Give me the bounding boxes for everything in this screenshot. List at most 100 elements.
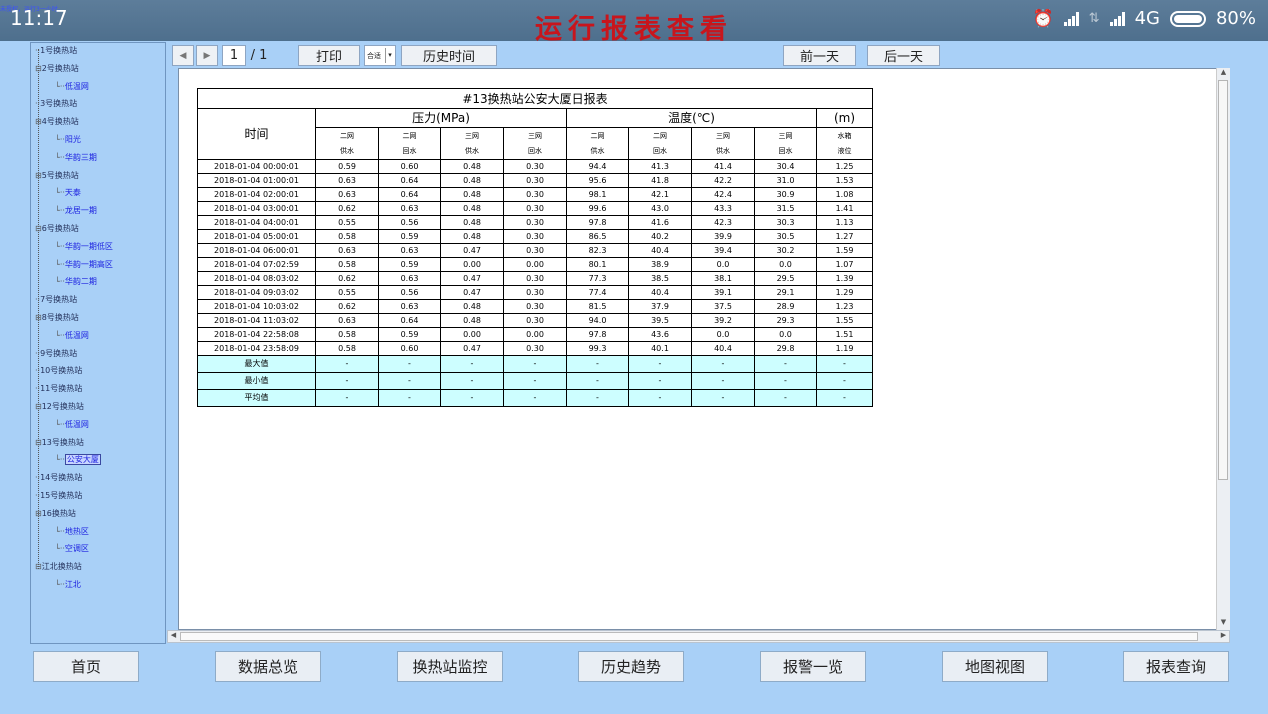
tree-station-item[interactable]: ⊟6号换热站 bbox=[35, 223, 79, 234]
table-cell: 0.63 bbox=[378, 271, 441, 286]
station-tree: ··1号换热站 ⊟2号换热站 └··低温网 ··3号换热站 ⊟4号换热站 └··阳光 └··… bbox=[30, 42, 166, 644]
tree-item-label: 华韵一期低区 bbox=[64, 241, 113, 251]
tree-station-item[interactable]: ··9号换热站 bbox=[35, 348, 77, 359]
scroll-up-icon[interactable]: ▲ bbox=[1217, 68, 1230, 80]
tree-station-item[interactable]: ··7号换热站 bbox=[35, 294, 77, 305]
tree-guide-line bbox=[38, 49, 39, 569]
table-cell: 29.5 bbox=[754, 271, 817, 286]
history-trend-button[interactable]: 历史趋势 bbox=[578, 651, 684, 682]
tree-child-item[interactable]: └··低温网 bbox=[55, 330, 89, 341]
horizontal-scroll-thumb[interactable] bbox=[180, 632, 1198, 641]
tree-item-label: 11号换热站 bbox=[40, 384, 83, 394]
tree-station-item[interactable]: ⊟8号换热站 bbox=[35, 312, 79, 323]
tree-station-item[interactable]: ··14号换热站 bbox=[35, 472, 82, 483]
table-cell: 0.64 bbox=[378, 187, 441, 202]
summary-cell: - bbox=[628, 372, 692, 390]
column-subheader-network: 二网 bbox=[378, 127, 441, 144]
tree-child-item[interactable]: └··阳光 bbox=[55, 134, 81, 145]
table-cell: 41.8 bbox=[628, 173, 692, 188]
table-cell: 0.30 bbox=[503, 187, 567, 202]
tree-child-item[interactable]: └··龙居一期 bbox=[55, 205, 97, 216]
table-cell: 80.1 bbox=[566, 257, 629, 272]
table-cell: 0.56 bbox=[378, 215, 441, 230]
table-row: 2018-01-04 11:03:02 0.63 0.64 0.48 0.30 94.0 3… bbox=[197, 313, 873, 328]
table-cell: 0.58 bbox=[315, 257, 379, 272]
tree-child-item[interactable]: └··华韵一期高区 bbox=[55, 259, 113, 270]
tree-station-item[interactable]: ··3号换热站 bbox=[35, 98, 77, 109]
tree-station-item[interactable]: ··1号换热站 bbox=[35, 45, 77, 56]
scroll-down-icon[interactable]: ▼ bbox=[1217, 618, 1230, 630]
table-cell: 39.9 bbox=[691, 229, 755, 244]
tree-station-item[interactable]: ⊟江北换热站 bbox=[35, 561, 82, 572]
tree-station-item[interactable]: ··15号换热站 bbox=[35, 490, 82, 501]
column-subheader-network: 三网 bbox=[754, 127, 817, 144]
table-cell: 82.3 bbox=[566, 243, 629, 258]
table-cell: 1.27 bbox=[816, 229, 873, 244]
tree-station-item[interactable]: ⊟5号换热站 bbox=[35, 170, 79, 181]
zoom-select[interactable]: 合适 ▾ bbox=[364, 45, 396, 66]
table-cell: 42.4 bbox=[691, 187, 755, 202]
data-overview-button[interactable]: 数据总览 bbox=[215, 651, 321, 682]
summary-cell: - bbox=[315, 389, 379, 407]
report-query-button[interactable]: 报表查询 bbox=[1123, 651, 1229, 682]
print-button[interactable]: 打印 bbox=[298, 45, 360, 66]
table-cell: 0.30 bbox=[503, 243, 567, 258]
row-timestamp: 2018-01-04 03:00:01 bbox=[197, 201, 316, 216]
summary-cell: - bbox=[628, 389, 692, 407]
table-cell: 0.30 bbox=[503, 341, 567, 356]
table-cell: 0.47 bbox=[440, 285, 504, 300]
row-timestamp: 2018-01-04 00:00:01 bbox=[197, 159, 316, 174]
tree-station-item[interactable]: ··10号换热站 bbox=[35, 365, 82, 376]
scroll-right-icon[interactable]: ▶ bbox=[1218, 631, 1229, 642]
tree-station-item[interactable]: ··11号换热站 bbox=[35, 383, 82, 394]
report-toolbar: ◀ ▶ 1 / 1 打印 合适 ▾ 历史时间 前一天 后一天 bbox=[167, 42, 1230, 68]
table-cell: 98.1 bbox=[566, 187, 629, 202]
table-row: 2018-01-04 06:00:01 0.63 0.63 0.47 0.30 82.3 4… bbox=[197, 243, 873, 258]
table-row: 2018-01-04 22:58:08 0.58 0.59 0.00 0.00 97.8 4… bbox=[197, 327, 873, 342]
column-subheader-network: 二网 bbox=[566, 127, 629, 144]
table-cell: 0.55 bbox=[315, 285, 379, 300]
tree-station-item[interactable]: ⊟12号换热站 bbox=[35, 401, 84, 412]
table-cell: 0.56 bbox=[378, 285, 441, 300]
table-cell: 0.47 bbox=[440, 243, 504, 258]
history-time-button[interactable]: 历史时间 bbox=[401, 45, 497, 66]
page-number-input[interactable]: 1 bbox=[222, 45, 246, 66]
tree-child-item[interactable]: └··华韵一期低区 bbox=[55, 241, 113, 252]
tree-child-item[interactable]: └··低温网 bbox=[55, 419, 89, 430]
row-timestamp: 2018-01-04 07:02:59 bbox=[197, 257, 316, 272]
tree-child-item[interactable]: └··华韵二期 bbox=[55, 276, 97, 287]
battery-icon bbox=[1169, 10, 1206, 27]
tree-station-item[interactable]: ⊟16换热站 bbox=[35, 508, 76, 519]
alarm-list-button[interactable]: 报警一览 bbox=[760, 651, 866, 682]
tree-child-item[interactable]: └··地热区 bbox=[55, 526, 89, 537]
tree-child-item[interactable]: └··空调区 bbox=[55, 543, 89, 554]
summary-cell: - bbox=[503, 389, 567, 407]
tree-child-item[interactable]: └··江北 bbox=[55, 579, 81, 590]
next-day-button[interactable]: 后一天 bbox=[867, 45, 940, 66]
tree-child-item[interactable]: └··低温网 bbox=[55, 81, 89, 92]
column-subheader-measure: 供水 bbox=[691, 143, 755, 160]
table-cell: 0.48 bbox=[440, 201, 504, 216]
table-row: 2018-01-04 09:03:02 0.55 0.56 0.47 0.30 77.4 4… bbox=[197, 285, 873, 300]
tree-child-item[interactable]: └··天泰 bbox=[55, 187, 81, 198]
tree-child-item[interactable]: └·· 公安大厦 bbox=[55, 454, 101, 466]
table-row: 2018-01-04 07:02:59 0.58 0.59 0.00 0.00 80.1 3… bbox=[197, 257, 873, 272]
tree-station-item[interactable]: ⊟13号换热站 bbox=[35, 437, 84, 448]
vertical-scroll-thumb[interactable] bbox=[1218, 80, 1228, 480]
table-row: 2018-01-04 00:00:01 0.59 0.60 0.48 0.30 94.4 4… bbox=[197, 159, 873, 174]
tree-child-item[interactable]: └··华韵三期 bbox=[55, 152, 97, 163]
scroll-left-icon[interactable]: ◀ bbox=[168, 631, 179, 642]
network-type: 4G bbox=[1134, 8, 1160, 29]
table-cell: 1.53 bbox=[816, 173, 873, 188]
tree-station-item[interactable]: ⊟2号换热站 bbox=[35, 63, 79, 74]
home-button[interactable]: 首页 bbox=[33, 651, 139, 682]
tree-station-item[interactable]: ⊟4号换热站 bbox=[35, 116, 79, 127]
prev-day-button[interactable]: 前一天 bbox=[783, 45, 856, 66]
column-subheader-network: 水箱 bbox=[816, 127, 873, 144]
time-header: 时间 bbox=[197, 108, 316, 160]
next-page-button[interactable]: ▶ bbox=[196, 45, 218, 66]
table-cell: 1.41 bbox=[816, 201, 873, 216]
prev-page-button[interactable]: ◀ bbox=[172, 45, 194, 66]
station-monitor-button[interactable]: 换热站监控 bbox=[397, 651, 503, 682]
map-view-button[interactable]: 地图视图 bbox=[942, 651, 1048, 682]
